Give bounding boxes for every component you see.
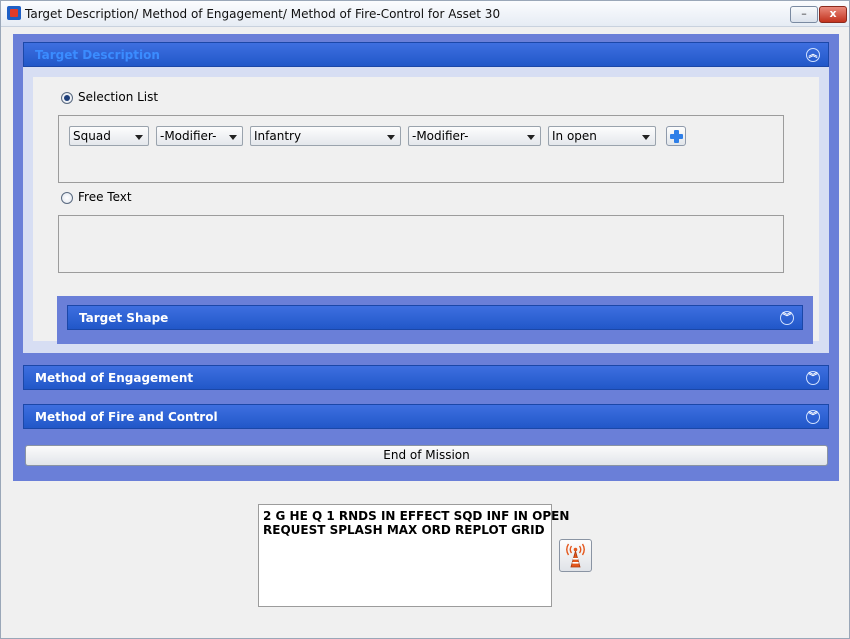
target-shape-panel: Target Shape ︾ [57, 296, 813, 344]
size-combo-value: Squad [73, 129, 111, 143]
selection-list-radio[interactable] [61, 92, 73, 104]
posture-combo-value: In open [552, 129, 597, 143]
close-button[interactable]: x [819, 6, 847, 23]
radio-tower-icon [566, 543, 585, 568]
target-description-body: Selection List Squad -Modifier- Infantry [23, 67, 829, 353]
method-of-fire-control-header[interactable]: Method of Fire and Control ︾ [23, 404, 829, 429]
transmit-button[interactable] [559, 539, 592, 572]
modifier-combo-2[interactable]: -Modifier- [408, 126, 541, 146]
end-of-mission-button[interactable]: End of Mission [25, 445, 828, 466]
type-combo-value: Infantry [254, 129, 302, 143]
modifier-combo-2-value: -Modifier- [412, 129, 469, 143]
chevrons-down-icon[interactable]: ︾ [806, 410, 820, 424]
chevrons-up-icon[interactable]: ︽ [806, 48, 820, 62]
modifier-combo-1-value: -Modifier- [160, 129, 217, 143]
method-of-engagement-title: Method of Engagement [35, 371, 194, 385]
target-description-title: Target Description [35, 48, 160, 62]
free-text-label: Free Text [78, 190, 132, 204]
posture-combo[interactable]: In open [548, 126, 656, 146]
target-shape-header[interactable]: Target Shape ︾ [67, 305, 803, 330]
method-of-engagement-header[interactable]: Method of Engagement ︾ [23, 365, 829, 390]
target-description-content: Selection List Squad -Modifier- Infantry [33, 77, 819, 344]
main-panel: Target Description ︽ Selection List Squa… [13, 34, 839, 481]
method-of-fire-control-title: Method of Fire and Control [35, 410, 218, 424]
size-combo[interactable]: Squad [69, 126, 149, 146]
output-line-2: REQUEST SPLASH MAX ORD REPLOT GRID [263, 523, 545, 537]
dropdown-arrow-icon [527, 135, 535, 140]
add-description-button[interactable] [666, 126, 686, 146]
type-combo[interactable]: Infantry [250, 126, 401, 146]
selection-list-label: Selection List [78, 90, 159, 104]
dropdown-arrow-icon [229, 135, 237, 140]
minimize-button[interactable]: – [790, 6, 818, 23]
target-shape-title: Target Shape [79, 311, 169, 325]
modifier-combo-1[interactable]: -Modifier- [156, 126, 243, 146]
dropdown-arrow-icon [387, 135, 395, 140]
title-bar[interactable]: Target Description/ Method of Engagement… [1, 1, 849, 27]
dropdown-arrow-icon [135, 135, 143, 140]
chevrons-down-icon[interactable]: ︾ [780, 311, 794, 325]
free-text-area[interactable] [58, 215, 784, 273]
app-icon [7, 6, 21, 20]
dropdown-arrow-icon [642, 135, 650, 140]
selection-list-group: Squad -Modifier- Infantry -Modifier- In … [58, 115, 784, 183]
free-text-radio[interactable] [61, 192, 73, 204]
fire-mission-output[interactable]: 2 G HE Q 1 RNDS IN EFFECT SQD INF IN OPE… [258, 504, 570, 607]
output-line-1: 2 G HE Q 1 RNDS IN EFFECT SQD INF IN OPE… [263, 509, 570, 523]
chevrons-down-icon[interactable]: ︾ [806, 371, 820, 385]
target-description-header[interactable]: Target Description ︽ [23, 42, 829, 67]
window-title: Target Description/ Method of Engagement… [25, 7, 501, 21]
dialog-window: Target Description/ Method of Engagement… [0, 0, 850, 639]
